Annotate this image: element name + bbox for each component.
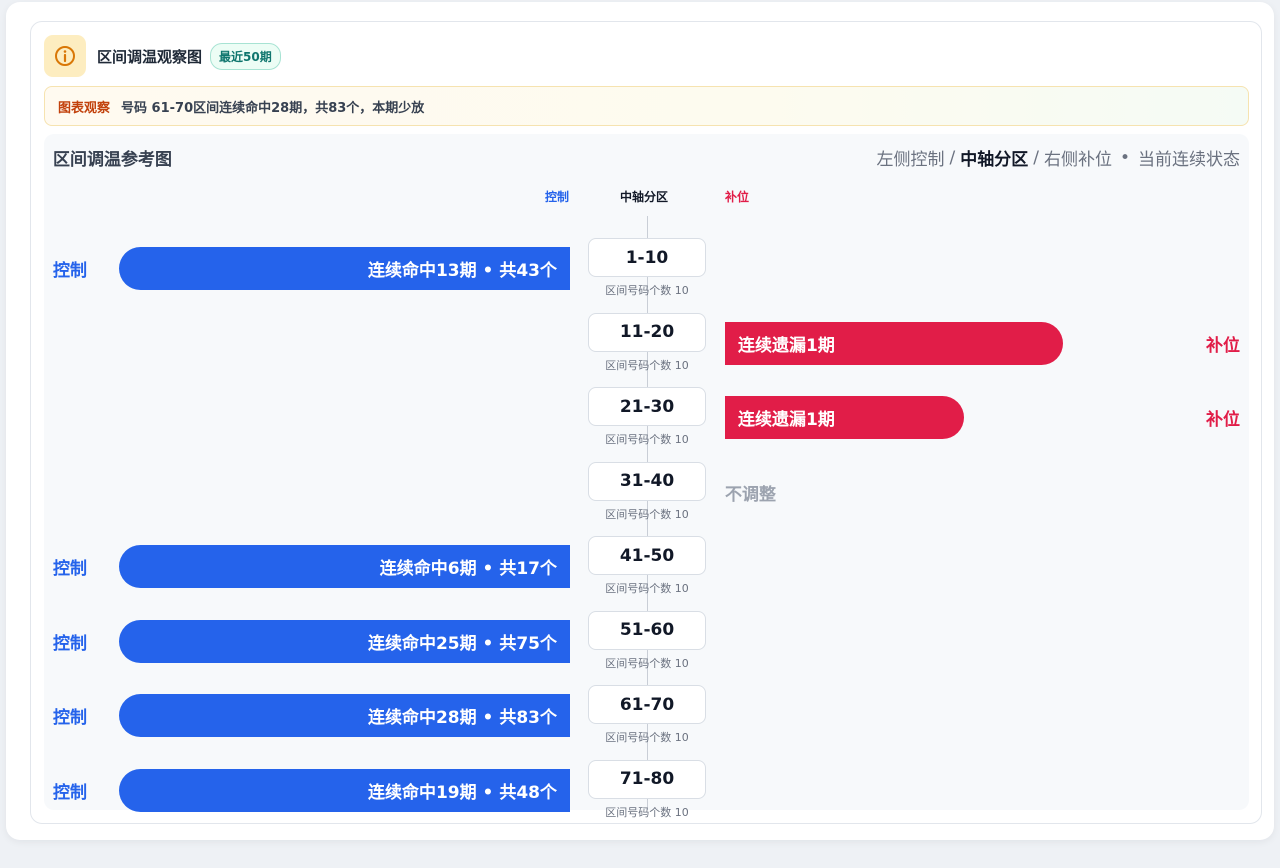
zone-row: 控制 连续命中13期 • 共43个 1-10 区间号码个数 10 [44, 238, 1249, 312]
legend: 左侧控制 / 中轴分区 / 右侧补位 • 当前连续状态 [876, 145, 1241, 171]
control-label: 控制 [53, 633, 87, 654]
notice-text: 号码 61-70区间连续命中28期，共83个，本期少放 [121, 100, 425, 116]
zone-range-chip: 61-70 [588, 685, 706, 724]
panel-title: 区间调温参考图 [53, 150, 172, 170]
legend-left: 左侧控制 [876, 150, 945, 170]
legend-separator: / [949, 147, 956, 168]
legend-right: 右侧补位 [1043, 150, 1112, 170]
page-container: 区间调温观察图 最近50期 图表观察 号码 61-70区间连续命中28期，共83… [6, 2, 1274, 840]
card-title: 区间调温观察图 [97, 47, 203, 66]
control-bar: 连续命中25期 • 共75个 [119, 619, 570, 663]
zone-count-caption: 区间号码个数 10 [605, 358, 689, 372]
control-label: 控制 [53, 708, 87, 728]
fill-bar: 连续遗漏1期 [725, 321, 1063, 365]
control-bar: 连续命中6期 • 共17个 [119, 545, 570, 588]
zone-row: 控制 连续命中25期 • 共75个 51-60 区间号码个数 10 [44, 610, 1249, 685]
zone-count-caption: 区间号码个数 10 [605, 433, 689, 446]
info-icon [44, 35, 86, 77]
column-header-fill: 补位 [725, 190, 750, 204]
zone-range-chip: 41-50 [588, 536, 706, 575]
control-label: 控制 [53, 559, 87, 579]
zone-row: 控制 连续命中6期 • 共17个 41-50 区间号码个数 10 [44, 536, 1249, 610]
control-bar: 连续命中28期 • 共83个 [119, 694, 570, 737]
zone-count-caption: 区间号码个数 10 [605, 507, 689, 521]
zone-range-chip: 51-60 [588, 610, 706, 650]
control-label: 控制 [53, 261, 87, 281]
legend-dot: • [1119, 147, 1130, 168]
zone-temperature-card: 区间调温观察图 最近50期 图表观察 号码 61-70区间连续命中28期，共83… [30, 21, 1262, 824]
zone-count-caption: 区间号码个数 10 [605, 582, 689, 595]
zone-row: 控制 连续命中28期 • 共83个 61-70 区间号码个数 10 [44, 685, 1249, 759]
zone-range-chip: 71-80 [588, 759, 706, 799]
observation-notice: 图表观察 号码 61-70区间连续命中28期，共83个，本期少放 [44, 86, 1249, 126]
legend-separator: / [1033, 147, 1039, 168]
control-bar: 连续命中13期 • 共43个 [119, 247, 570, 290]
notice-label: 图表观察 [58, 100, 111, 116]
card-header: 区间调温观察图 最近50期 [44, 35, 281, 77]
fill-label: 补位 [1206, 410, 1240, 430]
zone-count-caption: 区间号码个数 10 [605, 284, 689, 297]
column-header-axis: 中轴分区 [620, 190, 669, 204]
zone-count-caption: 区间号码个数 10 [605, 731, 689, 744]
zone-count-caption: 区间号码个数 10 [605, 805, 689, 819]
legend-mid: 中轴分区 [960, 150, 1029, 170]
control-bar: 连续命中19期 • 共48个 [119, 768, 570, 812]
fill-bar: 连续遗漏1期 [725, 396, 964, 439]
legend-status: 当前连续状态 [1138, 150, 1240, 170]
zone-range-chip: 31-40 [588, 461, 706, 501]
zone-range-chip: 1-10 [588, 238, 706, 277]
reference-chart-panel: 区间调温参考图 左侧控制 / 中轴分区 / 右侧补位 • 当前连续状态 控制 中… [44, 134, 1249, 819]
period-badge: 最近50期 [210, 42, 281, 70]
fill-label: 补位 [1206, 335, 1240, 356]
no-adjust-label: 不调整 [725, 484, 776, 505]
zone-row: 控制 连续命中19期 • 共48个 71-80 区间号码个数 10 [44, 759, 1249, 834]
zone-row: 31-40 区间号码个数 10 不调整 [44, 461, 1249, 536]
control-label: 控制 [53, 782, 87, 803]
zone-row: 21-30 区间号码个数 10 连续遗漏1期 补位 [44, 387, 1249, 461]
zone-range-chip: 21-30 [588, 387, 706, 426]
column-header-control: 控制 [544, 190, 569, 204]
zone-count-caption: 区间号码个数 10 [605, 656, 689, 670]
zone-range-chip: 11-20 [588, 312, 706, 352]
zone-row: 11-20 区间号码个数 10 连续遗漏1期 补位 [44, 312, 1249, 387]
